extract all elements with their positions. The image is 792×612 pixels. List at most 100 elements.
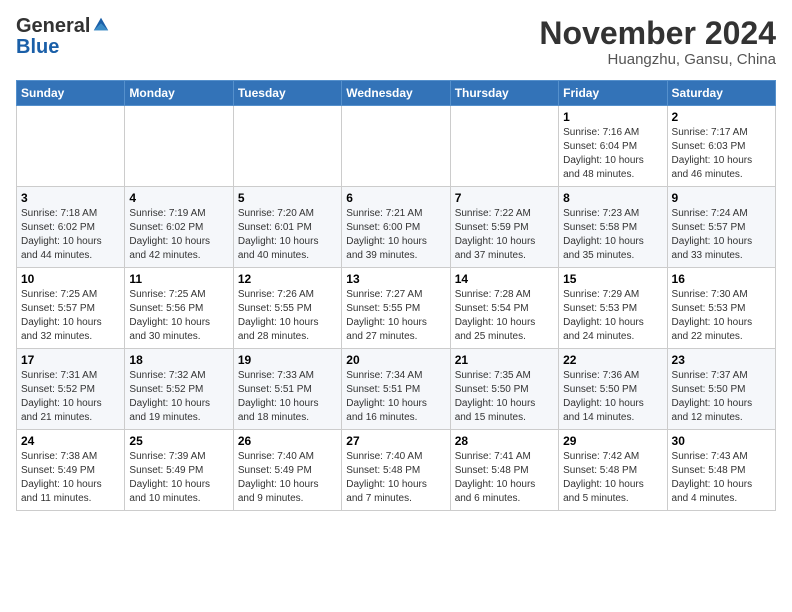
calendar-cell: 8 Sunrise: 7:23 AM Sunset: 5:58 PM Daylig…	[559, 187, 667, 268]
day-number: 27	[346, 434, 445, 448]
day-info: Sunrise: 7:25 AM Sunset: 5:57 PM Dayligh…	[21, 288, 120, 344]
weekday-header: Sunday	[17, 81, 125, 106]
calendar-cell: 11Sunrise: 7:25 AM Sunset: 5:56 PM Dayli…	[125, 268, 233, 349]
calendar-cell	[233, 106, 341, 187]
day-number: 13	[346, 272, 445, 286]
calendar-cell: 14 Sunrise: 7:28 AM Sunset: 5:54 PM Dayli…	[450, 268, 558, 349]
day-number: 10	[21, 272, 120, 286]
calendar-cell	[17, 106, 125, 187]
calendar-cell: 12Sunrise: 7:26 AM Sunset: 5:55 PM Dayli…	[233, 268, 341, 349]
weekday-header: Saturday	[667, 81, 775, 106]
calendar-cell: 1 Sunrise: 7:16 AM Sunset: 6:04 PM Daylig…	[559, 106, 667, 187]
day-number: 23	[672, 353, 771, 367]
page-header: General Blue November 2024 Huangzhu, Gan…	[16, 16, 776, 68]
month-title: November 2024	[539, 16, 776, 51]
calendar-week-row: 10 Sunrise: 7:25 AM Sunset: 5:57 PM Dayli…	[17, 268, 776, 349]
day-info: Sunrise: 7:32 AM Sunset: 5:52 PM Dayligh…	[129, 369, 228, 425]
calendar-cell: 18 Sunrise: 7:32 AM Sunset: 5:52 PM Dayli…	[125, 349, 233, 430]
day-number: 2	[672, 110, 771, 124]
day-info: Sunrise: 7:22 AM Sunset: 5:59 PM Dayligh…	[455, 207, 554, 263]
calendar-cell: 29Sunrise: 7:42 AM Sunset: 5:48 PM Dayli…	[559, 430, 667, 511]
calendar-cell: 7 Sunrise: 7:22 AM Sunset: 5:59 PM Daylig…	[450, 187, 558, 268]
day-info: Sunrise: 7:31 AM Sunset: 5:52 PM Dayligh…	[21, 369, 120, 425]
calendar-cell: 16 Sunrise: 7:30 AM Sunset: 5:53 PM Dayli…	[667, 268, 775, 349]
logo: General Blue	[16, 16, 110, 59]
day-number: 26	[238, 434, 337, 448]
day-number: 18	[129, 353, 228, 367]
logo-general-text: General	[16, 16, 90, 36]
day-info: Sunrise: 7:36 AM Sunset: 5:50 PM Dayligh…	[563, 369, 662, 425]
day-number: 22	[563, 353, 662, 367]
day-info: Sunrise: 7:38 AM Sunset: 5:49 PM Dayligh…	[21, 450, 120, 506]
calendar-cell: 2 Sunrise: 7:17 AM Sunset: 6:03 PM Daylig…	[667, 106, 775, 187]
calendar-cell: 9 Sunrise: 7:24 AM Sunset: 5:57 PM Daylig…	[667, 187, 775, 268]
day-info: Sunrise: 7:35 AM Sunset: 5:50 PM Dayligh…	[455, 369, 554, 425]
day-number: 4	[129, 191, 228, 205]
logo-blue-text: Blue	[16, 36, 59, 59]
day-number: 8	[563, 191, 662, 205]
calendar-cell: 25 Sunrise: 7:39 AM Sunset: 5:49 PM Dayli…	[125, 430, 233, 511]
calendar-cell: 5Sunrise: 7:20 AM Sunset: 6:01 PM Daylig…	[233, 187, 341, 268]
calendar-cell: 30 Sunrise: 7:43 AM Sunset: 5:48 PM Dayli…	[667, 430, 775, 511]
day-number: 25	[129, 434, 228, 448]
day-info: Sunrise: 7:40 AM Sunset: 5:49 PM Dayligh…	[238, 450, 337, 506]
day-number: 28	[455, 434, 554, 448]
weekday-header: Friday	[559, 81, 667, 106]
day-info: Sunrise: 7:34 AM Sunset: 5:51 PM Dayligh…	[346, 369, 445, 425]
calendar-cell: 4 Sunrise: 7:19 AM Sunset: 6:02 PM Daylig…	[125, 187, 233, 268]
calendar-cell: 21Sunrise: 7:35 AM Sunset: 5:50 PM Dayli…	[450, 349, 558, 430]
location-text: Huangzhu, Gansu, China	[539, 51, 776, 68]
day-info: Sunrise: 7:37 AM Sunset: 5:50 PM Dayligh…	[672, 369, 771, 425]
title-block: November 2024 Huangzhu, Gansu, China	[539, 16, 776, 68]
day-number: 15	[563, 272, 662, 286]
day-info: Sunrise: 7:17 AM Sunset: 6:03 PM Dayligh…	[672, 126, 771, 182]
calendar-cell: 27 Sunrise: 7:40 AM Sunset: 5:48 PM Dayli…	[342, 430, 450, 511]
day-number: 12	[238, 272, 337, 286]
day-info: Sunrise: 7:41 AM Sunset: 5:48 PM Dayligh…	[455, 450, 554, 506]
day-number: 1	[563, 110, 662, 124]
day-info: Sunrise: 7:29 AM Sunset: 5:53 PM Dayligh…	[563, 288, 662, 344]
weekday-header: Wednesday	[342, 81, 450, 106]
day-number: 29	[563, 434, 662, 448]
day-info: Sunrise: 7:27 AM Sunset: 5:55 PM Dayligh…	[346, 288, 445, 344]
calendar-week-row: 17 Sunrise: 7:31 AM Sunset: 5:52 PM Dayli…	[17, 349, 776, 430]
day-number: 24	[21, 434, 120, 448]
day-number: 19	[238, 353, 337, 367]
calendar-week-row: 3 Sunrise: 7:18 AM Sunset: 6:02 PM Daylig…	[17, 187, 776, 268]
day-info: Sunrise: 7:24 AM Sunset: 5:57 PM Dayligh…	[672, 207, 771, 263]
day-number: 20	[346, 353, 445, 367]
calendar-cell	[450, 106, 558, 187]
day-number: 17	[21, 353, 120, 367]
calendar-cell: 22 Sunrise: 7:36 AM Sunset: 5:50 PM Dayli…	[559, 349, 667, 430]
calendar-header-row: SundayMondayTuesdayWednesdayThursdayFrid…	[17, 81, 776, 106]
calendar-cell: 20 Sunrise: 7:34 AM Sunset: 5:51 PM Dayli…	[342, 349, 450, 430]
day-number: 14	[455, 272, 554, 286]
day-info: Sunrise: 7:19 AM Sunset: 6:02 PM Dayligh…	[129, 207, 228, 263]
day-info: Sunrise: 7:43 AM Sunset: 5:48 PM Dayligh…	[672, 450, 771, 506]
day-info: Sunrise: 7:16 AM Sunset: 6:04 PM Dayligh…	[563, 126, 662, 182]
calendar-cell: 10 Sunrise: 7:25 AM Sunset: 5:57 PM Dayli…	[17, 268, 125, 349]
day-info: Sunrise: 7:23 AM Sunset: 5:58 PM Dayligh…	[563, 207, 662, 263]
day-info: Sunrise: 7:40 AM Sunset: 5:48 PM Dayligh…	[346, 450, 445, 506]
calendar-cell	[342, 106, 450, 187]
day-number: 5	[238, 191, 337, 205]
calendar-cell: 26 Sunrise: 7:40 AM Sunset: 5:49 PM Dayli…	[233, 430, 341, 511]
day-number: 9	[672, 191, 771, 205]
day-number: 30	[672, 434, 771, 448]
day-number: 16	[672, 272, 771, 286]
day-number: 3	[21, 191, 120, 205]
day-number: 7	[455, 191, 554, 205]
calendar-week-row: 1 Sunrise: 7:16 AM Sunset: 6:04 PM Daylig…	[17, 106, 776, 187]
calendar-cell: 24 Sunrise: 7:38 AM Sunset: 5:49 PM Dayli…	[17, 430, 125, 511]
day-info: Sunrise: 7:21 AM Sunset: 6:00 PM Dayligh…	[346, 207, 445, 263]
day-info: Sunrise: 7:30 AM Sunset: 5:53 PM Dayligh…	[672, 288, 771, 344]
day-info: Sunrise: 7:25 AM Sunset: 5:56 PM Dayligh…	[129, 288, 228, 344]
calendar-cell: 13 Sunrise: 7:27 AM Sunset: 5:55 PM Dayli…	[342, 268, 450, 349]
day-info: Sunrise: 7:39 AM Sunset: 5:49 PM Dayligh…	[129, 450, 228, 506]
calendar-cell: 19Sunrise: 7:33 AM Sunset: 5:51 PM Dayli…	[233, 349, 341, 430]
day-info: Sunrise: 7:28 AM Sunset: 5:54 PM Dayligh…	[455, 288, 554, 344]
calendar-week-row: 24 Sunrise: 7:38 AM Sunset: 5:49 PM Dayli…	[17, 430, 776, 511]
weekday-header: Monday	[125, 81, 233, 106]
calendar-cell	[125, 106, 233, 187]
day-info: Sunrise: 7:18 AM Sunset: 6:02 PM Dayligh…	[21, 207, 120, 263]
